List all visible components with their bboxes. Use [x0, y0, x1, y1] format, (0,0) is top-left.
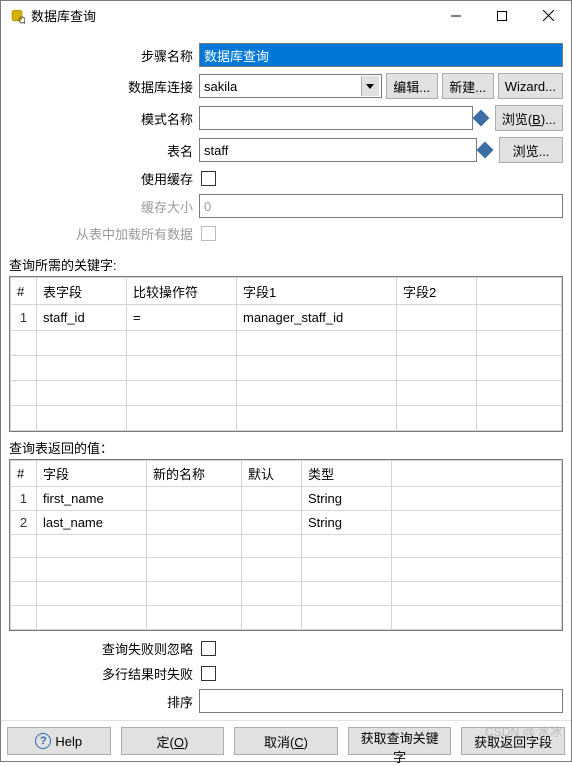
keys-table[interactable]: # 表字段 比较操作符 字段1 字段2 1 staff_id = manager…	[9, 276, 563, 432]
minimize-button[interactable]	[433, 1, 479, 30]
maximize-button[interactable]	[479, 1, 525, 30]
db-connection-label: 数据库连接	[9, 77, 199, 96]
fail-multi-label: 多行结果时失败	[9, 664, 199, 683]
table-row[interactable]: .	[11, 330, 562, 355]
keys-col-f2[interactable]: 字段2	[397, 278, 477, 305]
keys-col-field[interactable]: 表字段	[37, 278, 127, 305]
use-cache-label: 使用缓存	[9, 169, 199, 188]
returns-col-default[interactable]: 默认	[242, 461, 302, 487]
table-row[interactable]: .	[11, 355, 562, 380]
load-all-checkbox	[201, 226, 216, 241]
db-connection-value: sakila	[204, 79, 237, 94]
step-name-label: 步骤名称	[9, 46, 199, 65]
table-row[interactable]: .	[11, 405, 562, 430]
fail-multi-checkbox[interactable]	[201, 666, 216, 681]
diamond-icon[interactable]	[472, 110, 489, 127]
app-icon	[9, 8, 25, 24]
use-cache-checkbox[interactable]	[201, 171, 216, 186]
browse-schema-button[interactable]: 浏览(B)...	[495, 105, 563, 131]
ok-button[interactable]: 定(O)	[121, 727, 225, 755]
keys-col-f1[interactable]: 字段1	[237, 278, 397, 305]
browse-table-button[interactable]: 浏览...	[499, 137, 563, 163]
cache-size-input	[199, 194, 563, 218]
load-all-label: 从表中加载所有数据	[9, 224, 199, 243]
close-button[interactable]	[525, 1, 571, 30]
ignore-fail-checkbox[interactable]	[201, 641, 216, 656]
button-bar: ? Help 定(O) 取消(C) 获取查询关键字 获取返回字段	[1, 720, 571, 761]
returns-table[interactable]: # 字段 新的名称 默认 类型 1 first_name String 2	[9, 459, 563, 631]
table-row[interactable]: .	[11, 606, 562, 630]
db-connection-select[interactable]: sakila	[199, 74, 382, 98]
table-input[interactable]	[199, 138, 477, 162]
sort-label: 排序	[9, 692, 199, 711]
table-label: 表名	[9, 141, 199, 160]
table-row[interactable]: 2 last_name String	[11, 510, 562, 534]
returns-col-num[interactable]: #	[11, 461, 37, 487]
edit-connection-button[interactable]: 编辑...	[386, 73, 438, 99]
chevron-down-icon	[361, 76, 379, 96]
schema-input[interactable]	[199, 106, 473, 130]
table-row[interactable]: .	[11, 534, 562, 558]
window-title: 数据库查询	[31, 6, 433, 25]
keys-col-op[interactable]: 比较操作符	[127, 278, 237, 305]
table-row[interactable]: .	[11, 380, 562, 405]
table-row[interactable]: 1 first_name String	[11, 487, 562, 511]
help-button[interactable]: ? Help	[7, 727, 111, 755]
titlebar: 数据库查询	[1, 1, 571, 31]
returns-col-newname[interactable]: 新的名称	[147, 461, 242, 487]
keys-col-num[interactable]: #	[11, 278, 37, 305]
get-keys-button[interactable]: 获取查询关键字	[348, 727, 452, 755]
table-row[interactable]: .	[11, 558, 562, 582]
cache-size-label: 缓存大小	[9, 197, 199, 216]
keys-section-label: 查询所需的关键字:	[9, 255, 563, 274]
diamond-icon[interactable]	[477, 142, 494, 159]
new-connection-button[interactable]: 新建...	[442, 73, 494, 99]
returns-col-type[interactable]: 类型	[302, 461, 392, 487]
get-returns-button[interactable]: 获取返回字段	[461, 727, 565, 755]
schema-label: 模式名称	[9, 109, 199, 128]
wizard-button[interactable]: Wizard...	[498, 73, 563, 99]
table-row[interactable]: .	[11, 582, 562, 606]
sort-input[interactable]	[199, 689, 563, 713]
step-name-input[interactable]	[199, 43, 563, 67]
returns-col-field[interactable]: 字段	[37, 461, 147, 487]
returns-section-label: 查询表返回的值：	[9, 438, 563, 457]
ignore-fail-label: 查询失败则忽略	[9, 639, 199, 658]
cancel-button[interactable]: 取消(C)	[234, 727, 338, 755]
table-row[interactable]: 1 staff_id = manager_staff_id	[11, 305, 562, 330]
help-icon: ?	[35, 733, 51, 749]
